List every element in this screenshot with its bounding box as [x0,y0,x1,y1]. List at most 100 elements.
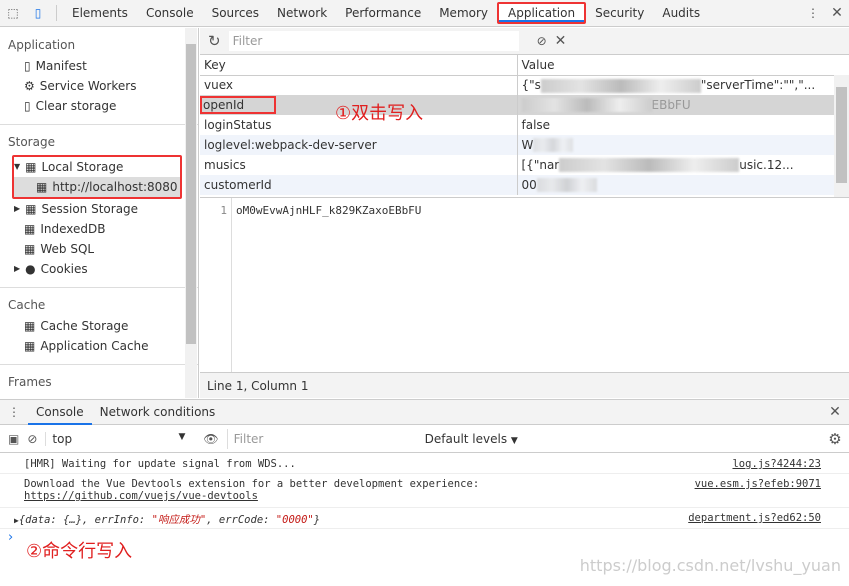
row-value[interactable]: {"s "serverTime":"","... [517,75,834,95]
application-sidebar: Application ▯ Manifest ⚙ Service Workers ▯… [0,28,199,398]
console-prompt-icon[interactable]: › [8,530,13,545]
tab-memory[interactable]: Memory [430,0,497,27]
context-value: top [52,432,73,446]
annotation-double-click: ①双击写入 [335,103,424,124]
sidebar-item-web-sql[interactable]: ▦ Web SQL [0,239,198,259]
table-row-selected[interactable]: openId EBbFU [200,95,834,115]
tab-sources[interactable]: Sources [203,0,268,27]
refresh-icon[interactable]: ↻ [208,32,221,50]
errinfo-value: "响应成功" [151,514,207,526]
storage-table: Key Value vuex {"s "serverTime":"","... ope… [200,55,849,197]
row-key[interactable]: musics [200,155,518,175]
sidebar-item-local-storage[interactable]: ▼ ▦ Local Storage [14,157,180,177]
sidebar-item-localhost[interactable]: ▦ http://localhost:8080 [14,177,180,197]
tab-audits[interactable]: Audits [653,0,709,27]
devtools-link[interactable]: https://github.com/vuejs/vue-devtools [24,490,258,502]
row-key[interactable]: loglevel:webpack-dev-server [200,135,518,155]
grid-icon: ▦ [25,160,37,174]
table-row[interactable]: loginStatus false [200,115,834,135]
sidebar-scroll-thumb[interactable] [186,44,196,344]
object-text: {data: {…}, errInfo: [18,514,152,526]
object-text: , errCode: [206,514,276,526]
delete-selected-icon[interactable]: ✕ [555,33,567,49]
context-select[interactable]: top ▼ [45,432,185,446]
grid-icon: ▦ [36,180,48,194]
console-filter-input[interactable]: Filter [226,429,417,449]
row-key[interactable]: vuex [200,75,518,95]
console-message[interactable]: ▶{data: {…}, errInfo: "响应成功", errCode: "… [0,508,849,529]
file-icon: ▯ [24,59,31,73]
label: Cookies [40,262,88,276]
close-drawer-icon[interactable]: ✕ [821,404,849,420]
value-text: {"s [521,78,541,92]
tab-performance[interactable]: Performance [336,0,430,27]
database-icon: ▦ [24,222,36,236]
tab-elements[interactable]: Elements [63,0,137,27]
sidebar-item-cache-storage[interactable]: ▦ Cache Storage [0,316,198,336]
table-row[interactable]: customerId 00 [200,175,834,195]
settings-gear-icon[interactable]: ⚙ [821,430,849,448]
row-value[interactable]: W [517,135,834,155]
sidebar-item-application-cache[interactable]: ▦ Application Cache [0,336,198,356]
column-key[interactable]: Key [200,55,518,76]
eye-icon[interactable]: 👁 [203,432,218,446]
column-value[interactable]: Value [517,55,834,76]
drawer-tab-network-conditions[interactable]: Network conditions [92,400,224,425]
sidebar-item-session-storage[interactable]: ▶ ▦ Session Storage [0,199,198,219]
editor-status: Line 1, Column 1 [200,372,849,398]
log-levels-select[interactable]: Default levels ▼ [425,432,518,446]
clear-console-icon[interactable]: ⊘ [27,432,37,446]
storage-toolbar: ↻ Filter ⊘ ✕ [200,28,849,55]
expand-arrow-icon: ▶ [14,204,21,213]
value-editor[interactable]: 1 oM0wEvwAjnHLF_k829KZaxoEBbFU [200,197,849,373]
close-icon[interactable]: ✕ [825,5,849,21]
value-text: W [521,137,534,152]
row-key[interactable]: customerId [200,175,518,195]
drawer-menu-icon[interactable]: ⋮ [0,405,28,419]
annotation-command-line: ②命令行写入 [26,541,133,562]
tab-security[interactable]: Security [586,0,653,27]
drawer-tab-console[interactable]: Console [28,400,92,425]
sidebar-item-service-workers[interactable]: ⚙ Service Workers [0,76,198,96]
more-menu-icon[interactable]: ⋮ [801,6,825,20]
divider [56,5,57,21]
sidebar-item-clear-storage[interactable]: ▯ Clear storage [0,96,198,116]
table-scrollbar[interactable] [834,75,849,197]
console-input[interactable] [14,530,834,550]
clear-all-icon[interactable]: ⊘ [537,34,547,48]
filter-input[interactable]: Filter [228,31,519,51]
section-cache: Cache [8,298,46,312]
editor-content[interactable]: oM0wEvwAjnHLF_k829KZaxoEBbFU [236,204,421,217]
row-value[interactable]: EBbFU [517,95,834,115]
source-link[interactable]: department.js?ed62:50 [688,512,821,524]
source-link[interactable]: log.js?4244:23 [732,458,821,470]
sidebar-item-manifest[interactable]: ▯ Manifest [0,56,198,76]
label: Clear storage [35,99,117,113]
sidebar-toggle-icon[interactable]: ▣ [8,432,19,446]
table-row[interactable]: loglevel:webpack-dev-server W [200,135,834,155]
inspect-element-icon[interactable]: ⬚ [0,6,26,20]
source-link[interactable]: vue.esm.js?efeb:9071 [695,478,821,490]
sidebar-item-cookies[interactable]: ▶ ● Cookies [0,259,198,279]
blurred-value [559,158,740,173]
dropdown-arrow-icon: ▼ [178,432,186,442]
value-text: "serverTime":"","... [700,78,816,92]
gear-icon: ⚙ [24,79,35,93]
label: Session Storage [41,202,139,216]
sidebar-item-indexeddb[interactable]: ▦ IndexedDB [0,219,198,239]
table-row[interactable]: vuex {"s "serverTime":"","... [200,75,834,95]
tab-console[interactable]: Console [137,0,203,27]
row-value[interactable]: [{"nar usic.12... [517,155,834,175]
object-text: } [313,514,321,526]
dropdown-arrow-icon: ▼ [510,436,518,446]
row-value[interactable]: false [517,115,834,135]
line-number: 1 [200,198,232,373]
tab-application[interactable]: Application [497,2,587,24]
row-value[interactable]: 00 [517,175,834,195]
label: IndexedDB [40,222,106,236]
database-icon: ▦ [24,319,36,333]
tab-network[interactable]: Network [268,0,336,27]
table-row[interactable]: musics [{"nar usic.12... [200,155,834,175]
device-toolbar-icon[interactable]: ▯ [26,6,50,20]
section-storage: Storage [8,135,55,149]
